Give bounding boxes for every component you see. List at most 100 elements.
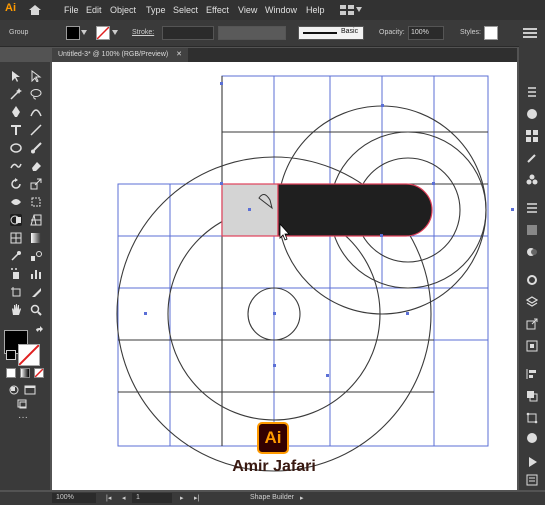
scale-tool-icon[interactable] (30, 178, 42, 190)
shape-builder-icon[interactable] (10, 214, 22, 226)
align-panel-icon[interactable] (526, 368, 538, 380)
first-artboard-button[interactable]: |◂ (106, 494, 111, 502)
menu-view[interactable]: View (238, 5, 257, 15)
paintbrush-icon[interactable] (30, 142, 42, 154)
links-panel-icon[interactable] (526, 432, 538, 444)
menu-edit[interactable]: Edit (86, 5, 102, 15)
screen-mode-icon[interactable] (24, 384, 36, 396)
symbol-sprayer-icon[interactable] (10, 268, 22, 280)
variable-width-field[interactable] (218, 26, 286, 40)
menu-file[interactable]: File (64, 5, 79, 15)
draw-normal-icon[interactable] (8, 384, 20, 396)
more-tools-icon[interactable]: ··· (18, 412, 28, 423)
hand-tool-icon[interactable] (10, 304, 22, 316)
stroke-label[interactable]: Stroke: (132, 29, 154, 36)
tools-panel: ··· (0, 62, 50, 490)
home-icon[interactable] (28, 4, 42, 16)
chevron-down-icon[interactable] (356, 7, 362, 12)
stroke-swatch[interactable] (96, 26, 110, 40)
menu-icon[interactable] (523, 28, 537, 38)
play-action-icon[interactable] (526, 456, 538, 468)
transparency-panel-icon[interactable] (526, 246, 538, 258)
direct-selection-tool-icon[interactable] (30, 70, 42, 83)
menu-help[interactable]: Help (306, 5, 325, 15)
close-icon[interactable]: ✕ (176, 51, 182, 58)
width-tool-icon[interactable] (10, 196, 22, 208)
artboards-panel-icon[interactable] (526, 340, 538, 352)
document-title: Untitled-3* @ 100% (RGB/Preview) (58, 51, 169, 58)
fill-swatch[interactable] (66, 26, 80, 40)
column-graph-icon[interactable] (30, 268, 42, 280)
swatches-panel-icon[interactable] (526, 130, 538, 142)
previous-artboard-button[interactable]: ◂ (122, 494, 126, 502)
perspective-grid-icon[interactable] (30, 214, 42, 226)
gradient-mode-icon[interactable] (20, 368, 30, 378)
none-mode-icon[interactable] (34, 368, 44, 378)
pen-tool-icon[interactable] (10, 106, 22, 118)
status-menu-button[interactable]: ▸ (300, 494, 304, 502)
menu-select[interactable]: Select (173, 5, 198, 15)
pathfinder-panel-icon[interactable] (526, 390, 538, 402)
menu-window[interactable]: Window (265, 5, 297, 15)
brushes-panel-icon[interactable] (526, 152, 538, 164)
color-panel-icon[interactable] (526, 108, 538, 120)
color-mode-icon[interactable] (6, 368, 16, 378)
dark-pill-shape (277, 183, 433, 237)
chevron-down-icon[interactable] (112, 30, 118, 35)
last-artboard-button[interactable]: ▸| (194, 494, 199, 502)
mesh-tool-icon[interactable] (10, 232, 22, 244)
next-artboard-button[interactable]: ▸ (180, 494, 184, 502)
curvature-tool-icon[interactable] (30, 106, 42, 118)
workspace-icon[interactable] (340, 5, 354, 15)
opacity-label[interactable]: Opacity: (379, 29, 405, 36)
selection-tool-icon[interactable] (10, 70, 22, 82)
export-panel-icon[interactable] (526, 318, 538, 330)
properties-panel-icon[interactable] (526, 86, 538, 98)
artboard-tool-icon[interactable] (10, 286, 22, 298)
zoom-tool-icon[interactable] (30, 304, 42, 316)
symbols-panel-icon[interactable] (526, 174, 538, 186)
appearance-panel-icon[interactable] (526, 274, 538, 286)
transform-panel-icon[interactable] (526, 412, 538, 424)
menu-type[interactable]: Type (146, 5, 166, 15)
free-transform-icon[interactable] (30, 196, 42, 208)
artboard-number: 1 (136, 494, 140, 501)
rotate-tool-icon[interactable] (10, 178, 22, 190)
chevron-down-icon[interactable] (81, 30, 87, 35)
lasso-icon[interactable] (30, 88, 42, 100)
magic-wand-icon[interactable] (10, 88, 22, 100)
eyedropper-icon[interactable] (10, 250, 22, 262)
ellipse-tool-icon[interactable] (10, 142, 22, 154)
artboard-field[interactable]: 1 (132, 493, 172, 503)
control-bar: Group Stroke: Basic Opacity: 100% Styles… (0, 20, 545, 47)
layers-panel-icon[interactable] (525, 296, 539, 308)
panel-dock (519, 46, 545, 490)
menu-effect[interactable]: Effect (206, 5, 229, 15)
construction-circles (116, 76, 488, 472)
swap-colors-icon[interactable] (34, 326, 46, 338)
brush-definition-field[interactable]: Basic (298, 26, 364, 40)
line-tool-icon[interactable] (30, 124, 42, 136)
slice-tool-icon[interactable] (30, 286, 42, 298)
blend-tool-icon[interactable] (30, 250, 42, 262)
opacity-field[interactable]: 100% (408, 26, 444, 40)
default-colors-icon[interactable] (6, 350, 16, 360)
info-panel-icon[interactable] (526, 474, 538, 486)
document-tab[interactable]: Untitled-3* @ 100% (RGB/Preview) ✕ (52, 48, 189, 62)
stroke-weight-field[interactable] (162, 26, 214, 40)
gradient-panel-icon[interactable] (526, 224, 538, 236)
artboard-canvas[interactable]: Ai Amir Jafari (52, 62, 517, 490)
gradient-tool-icon[interactable] (30, 232, 42, 244)
stroke-color-box[interactable] (18, 344, 40, 366)
eraser-icon[interactable] (30, 160, 42, 172)
opacity-value: 100% (411, 29, 429, 36)
menu-object[interactable]: Object (110, 5, 136, 15)
change-screen-mode-icon[interactable] (16, 398, 28, 410)
stroke-panel-icon[interactable] (526, 202, 538, 214)
zoom-field[interactable]: 100% (52, 493, 96, 503)
type-tool-icon[interactable] (10, 124, 22, 136)
brush-label: Basic (341, 28, 359, 35)
app-logo: Ai (5, 2, 16, 14)
shaper-tool-icon[interactable] (10, 160, 22, 172)
style-swatch[interactable] (484, 26, 498, 40)
